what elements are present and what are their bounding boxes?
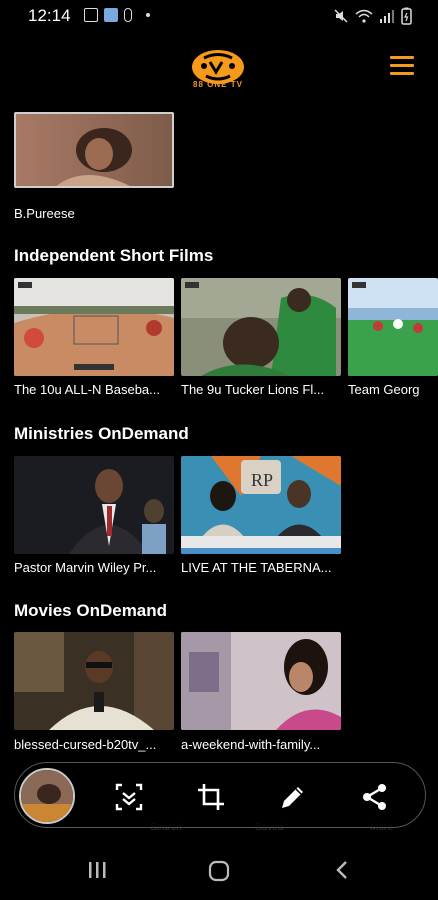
video-title[interactable]: The 10u ALL-N Baseba... xyxy=(14,382,174,397)
more-notifications-icon xyxy=(146,13,150,17)
thumbnail-image xyxy=(348,278,438,376)
thumbnail-image: RP xyxy=(181,456,341,554)
hamburger-menu-icon[interactable] xyxy=(390,56,414,76)
thumbnail-image xyxy=(14,632,174,730)
recent-apps-icon[interactable] xyxy=(86,859,108,881)
crop-icon[interactable] xyxy=(195,781,227,813)
status-bar: 12:14 xyxy=(0,0,438,32)
preview-image xyxy=(21,770,73,822)
video-thumbnail[interactable] xyxy=(14,278,174,376)
upload-icon xyxy=(124,8,132,22)
app-notification-icon xyxy=(104,8,118,22)
section-title: Ministries OnDemand xyxy=(14,424,189,443)
app-header: 88 ONE TV xyxy=(0,36,438,100)
video-title[interactable]: Pastor Marvin Wiley Pr... xyxy=(14,560,174,575)
system-status-icons xyxy=(333,7,412,25)
wifi-icon xyxy=(355,9,373,23)
screenshot-toolbar xyxy=(14,762,426,828)
system-navigation-bar xyxy=(0,845,438,900)
video-thumbnail[interactable] xyxy=(14,456,174,554)
mute-icon xyxy=(334,9,348,23)
video-title[interactable]: LIVE AT THE TABERNA... xyxy=(181,560,341,575)
thumbnail-image xyxy=(14,456,174,554)
thumbnail-image xyxy=(14,278,174,376)
battery-icon xyxy=(401,7,412,25)
home-icon[interactable] xyxy=(207,859,231,883)
video-title[interactable]: The 9u Tucker Lions Fl... xyxy=(181,382,341,397)
video-thumbnail[interactable] xyxy=(14,112,174,188)
section-title: Independent Short Films xyxy=(14,246,214,265)
signal-icon xyxy=(380,10,394,23)
thumbnail-image xyxy=(14,112,174,188)
video-title[interactable]: blessed-cursed-b20tv_... xyxy=(14,737,174,752)
back-icon[interactable] xyxy=(332,859,352,881)
status-time: 12:14 xyxy=(28,6,71,25)
video-thumbnail[interactable] xyxy=(181,278,341,376)
video-title[interactable]: a-weekend-with-family... xyxy=(181,737,341,752)
video-thumbnail[interactable]: RP xyxy=(181,456,341,554)
thumbnail-image xyxy=(181,632,341,730)
video-thumbnail[interactable] xyxy=(181,632,341,730)
screenshot-preview[interactable] xyxy=(19,768,75,824)
video-title[interactable]: Team Georg xyxy=(348,382,438,397)
section-title: Movies OnDemand xyxy=(14,601,168,620)
video-title[interactable]: B.Pureese xyxy=(14,206,174,221)
video-thumbnail[interactable] xyxy=(348,278,438,376)
notification-icons xyxy=(84,8,150,22)
share-icon[interactable] xyxy=(359,781,391,813)
video-thumbnail[interactable] xyxy=(14,632,174,730)
pencil-icon[interactable] xyxy=(277,781,309,813)
thumbnail-image xyxy=(181,278,341,376)
svg-text:RP: RP xyxy=(251,470,273,490)
logo-text: 88 ONE TV xyxy=(193,80,243,89)
scroll-capture-icon[interactable] xyxy=(113,781,145,813)
image-icon xyxy=(84,8,98,22)
